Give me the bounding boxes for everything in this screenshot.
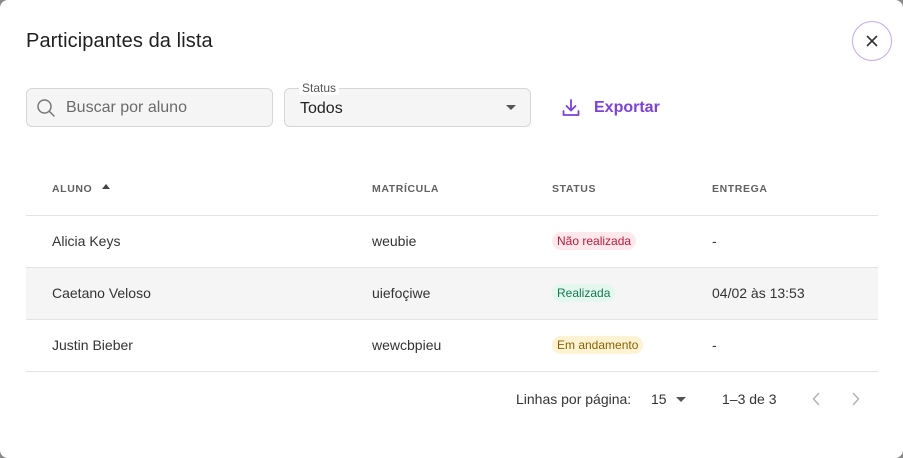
header-matricula: MATRÍCULA (372, 183, 440, 195)
cell-aluno: Caetano Veloso (52, 285, 151, 301)
table-row[interactable]: Alicia Keys weubie Não realizada - (26, 216, 878, 268)
next-page-button[interactable] (847, 390, 865, 408)
export-button[interactable]: Exportar (560, 96, 660, 120)
header-status: STATUS (552, 183, 597, 195)
chevron-down-icon (506, 105, 516, 110)
sort-ascending-icon[interactable] (102, 184, 110, 189)
header-aluno[interactable]: ALUNO (52, 183, 92, 195)
pagination-range: 1–3 de 3 (722, 391, 777, 407)
table-pagination: Linhas por página: 15 1–3 de 3 (0, 374, 903, 424)
table-row[interactable]: Caetano Veloso uiefoçiwe Realizada 04/02… (26, 268, 878, 320)
cell-matricula: uiefoçiwe (372, 285, 431, 301)
modal-title: Participantes da lista (26, 30, 213, 52)
table-row[interactable]: Justin Bieber wewcbpieu Em andamento - (26, 320, 878, 372)
search-field[interactable] (26, 88, 273, 127)
previous-page-button[interactable] (807, 390, 825, 408)
rows-per-page-select[interactable]: 15 (651, 391, 686, 407)
rows-per-page-label: Linhas por página: (516, 391, 632, 407)
search-input[interactable] (66, 98, 256, 117)
chevron-right-icon (852, 392, 860, 406)
status-select-label: Status (299, 81, 340, 95)
download-icon (560, 97, 582, 119)
header-entrega: ENTREGA (712, 183, 768, 195)
participants-table: ALUNO MATRÍCULA STATUS ENTREGA Alicia Ke… (26, 163, 878, 372)
status-select[interactable]: Status Todos (284, 81, 531, 127)
status-badge: Realizada (552, 284, 616, 302)
status-badge: Não realizada (552, 232, 637, 250)
close-button[interactable] (852, 21, 892, 61)
chevron-down-icon (675, 396, 686, 402)
cell-entrega: 04/02 às 13:53 (712, 285, 805, 301)
rows-per-page-value: 15 (651, 391, 667, 407)
cell-matricula: weubie (372, 233, 417, 249)
close-icon (866, 35, 878, 47)
cell-entrega: - (712, 233, 717, 249)
search-icon (36, 98, 56, 118)
status-badge: Em andamento (552, 336, 644, 354)
table-header: ALUNO MATRÍCULA STATUS ENTREGA (26, 163, 878, 216)
cell-matricula: wewcbpieu (372, 337, 442, 353)
cell-entrega: - (712, 337, 717, 353)
chevron-left-icon (812, 392, 820, 406)
status-select-value: Todos (300, 100, 343, 117)
participants-modal: Participantes da lista Status Todos Expo… (0, 0, 903, 458)
export-label: Exportar (594, 99, 660, 116)
cell-aluno: Justin Bieber (52, 337, 133, 353)
cell-aluno: Alicia Keys (52, 233, 121, 249)
